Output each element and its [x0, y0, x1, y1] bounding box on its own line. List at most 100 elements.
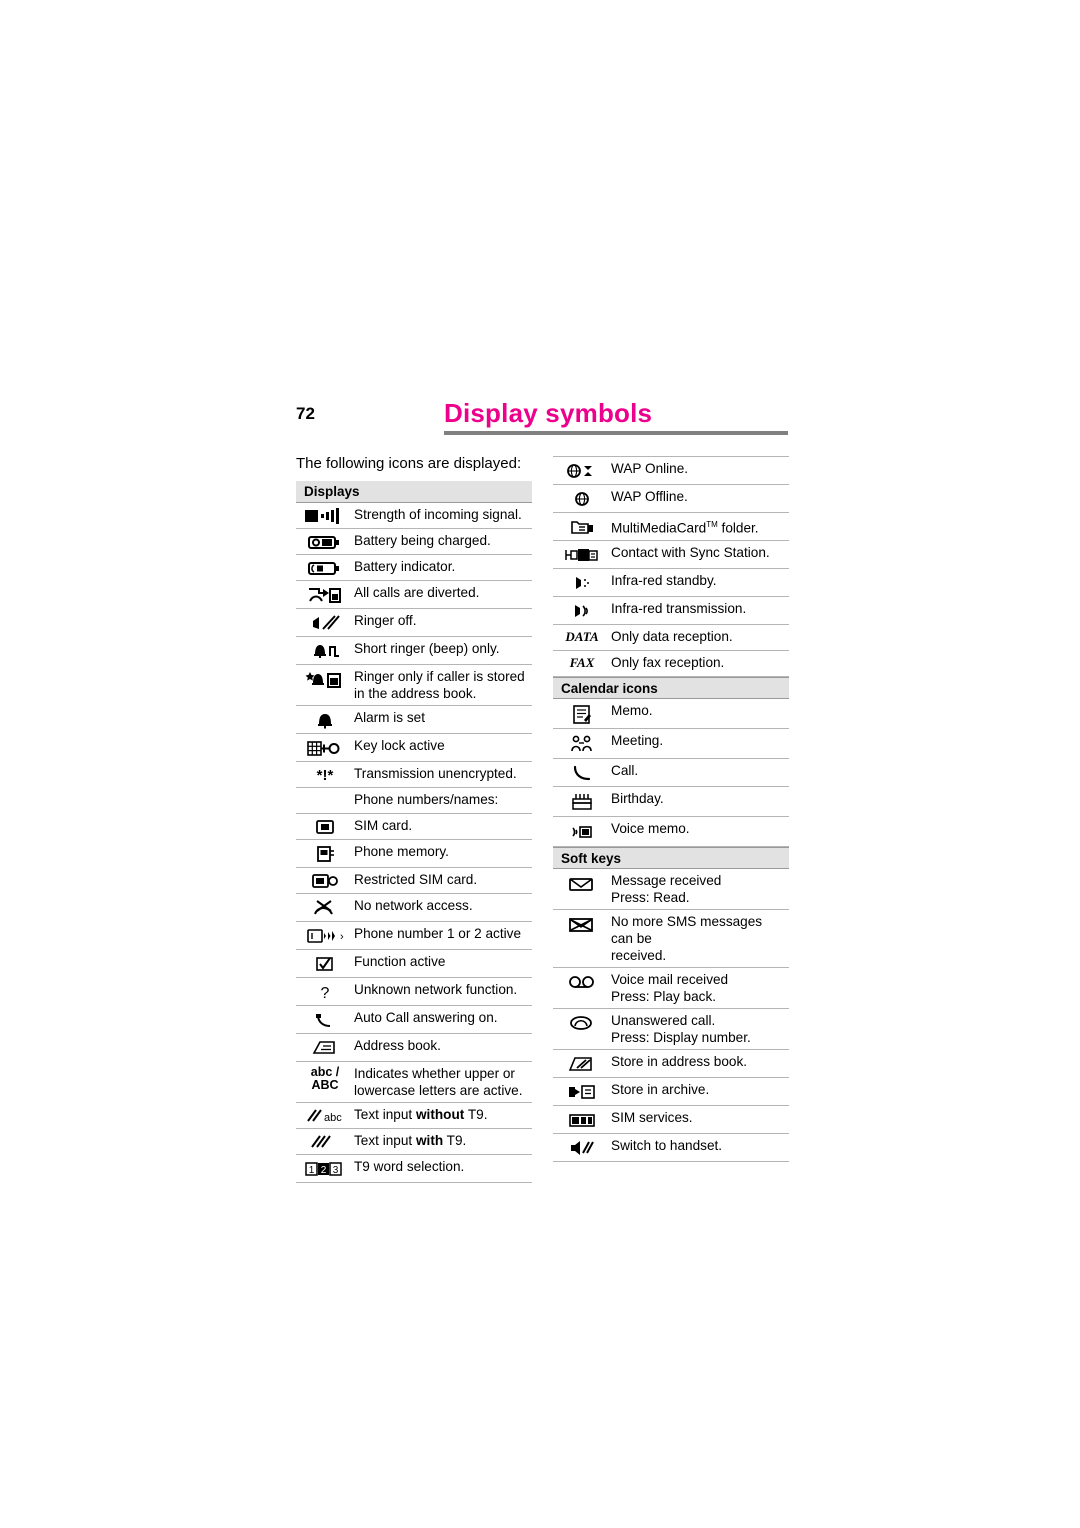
svg-text:?: ?: [321, 985, 330, 1002]
row-label: Contact with Sync Station.: [611, 545, 770, 560]
table-row: Store in archive.: [553, 1078, 789, 1106]
row-label: SIM card.: [354, 818, 413, 833]
table-row: Battery indicator.: [296, 555, 532, 581]
fax-text-icon-label: FAX: [569, 655, 595, 670]
ringer-known-caller-icon: [296, 668, 354, 691]
svg-text:3: 3: [333, 1165, 339, 1176]
svg-text:2: 2: [321, 1165, 327, 1176]
table-row: MultiMediaCardTM folder.: [553, 513, 789, 541]
row-label: WAP Offline.: [611, 489, 688, 504]
table-row: › Phone number 1 or 2 active: [296, 922, 532, 950]
page-header: 72 Display symbols: [296, 398, 788, 442]
table-row: ? Unknown network function.: [296, 978, 532, 1006]
table-row: SIM card.: [296, 814, 532, 840]
table-row: Battery being charged.: [296, 529, 532, 555]
alarm-bell-icon: [296, 709, 354, 730]
table-row: Infra-red transmission.: [553, 597, 789, 625]
sms-full-icon: [553, 913, 611, 936]
row-label-line1: Message received: [611, 873, 722, 888]
battery-level-icon: [296, 558, 354, 577]
data-text-icon: DATA: [553, 628, 611, 645]
table-row: Memo.: [553, 699, 789, 729]
row-label: Voice memo.: [611, 821, 690, 836]
right-column: WAP Online. WAP Offline. MultiMediaCardT…: [553, 456, 789, 1162]
table-row: Ringer off.: [296, 609, 532, 637]
row-label: Phone number 1 or 2 active: [354, 926, 522, 941]
row-label: Call.: [611, 763, 639, 778]
row-label: Unknown network function.: [354, 982, 518, 997]
row-label: Text input without T9.: [354, 1107, 488, 1122]
envelope-icon: [553, 872, 611, 895]
header-rule: [444, 431, 788, 435]
abc-case-icon: abc / ABC: [296, 1065, 354, 1092]
table-row: 1 2 3 T9 word selection.: [296, 1155, 532, 1183]
function-active-icon: [296, 953, 354, 974]
switch-handset-icon: [553, 1137, 611, 1158]
table-row: Birthday.: [553, 787, 789, 817]
row-label: Restricted SIM card.: [354, 872, 478, 887]
table-row: WAP Online.: [553, 456, 789, 485]
table-row: Voice memo.: [553, 817, 789, 847]
row-label: Short ringer (beep) only.: [354, 641, 500, 656]
table-row: Auto Call answering on.: [296, 1006, 532, 1034]
address-book-icon: [296, 1037, 354, 1058]
row-label: Birthday.: [611, 791, 664, 806]
row-label-line2: Press: Read.: [611, 890, 690, 905]
abc-case-icon-text: abc / ABC: [310, 1065, 340, 1092]
row-label: Voice mail received Press: Play back.: [611, 971, 789, 1005]
table-row: Meeting.: [553, 729, 789, 759]
row-label: Only data reception.: [611, 629, 733, 644]
table-row: Phone numbers/names:: [296, 788, 532, 814]
missed-call-icon: [553, 1012, 611, 1033]
text-input-no-t9-icon: abc: [296, 1106, 354, 1125]
table-row: FAX Only fax reception.: [553, 651, 789, 677]
svg-text:›: ›: [340, 931, 344, 943]
row-label: Key lock active: [354, 738, 445, 753]
table-row: Alarm is set: [296, 706, 532, 734]
keylock-icon: [296, 737, 354, 758]
store-address-book-icon: [553, 1053, 611, 1074]
svg-text:*!*: *!*: [317, 767, 334, 784]
row-label: Transmission unencrypted.: [354, 766, 517, 781]
sim-services-icon: [553, 1109, 611, 1130]
table-row: Infra-red standby.: [553, 569, 789, 597]
row-label: Message received Press: Read.: [611, 872, 789, 906]
phone-memory-icon: [296, 843, 354, 864]
row-label: MultiMediaCardTM folder.: [611, 520, 759, 536]
section-heading-displays: Displays: [296, 481, 532, 503]
unencrypted-icon: *!*: [296, 765, 354, 784]
table-row: Call.: [553, 759, 789, 787]
store-archive-icon: [553, 1081, 611, 1102]
row-label-line2: Press: Play back.: [611, 989, 717, 1004]
table-row: DATA Only data reception.: [553, 625, 789, 651]
table-row: Contact with Sync Station.: [553, 541, 789, 569]
table-row: Address book.: [296, 1034, 532, 1062]
table-row: Ringer only if caller is stored in the a…: [296, 665, 532, 706]
empty-icon-cell: [296, 791, 354, 792]
row-label: No network access.: [354, 898, 473, 913]
table-row: Strength of incoming signal.: [296, 503, 532, 529]
intro-text: The following icons are displayed:: [296, 455, 522, 472]
table-row: No more SMS messages can be received.: [553, 910, 789, 968]
question-mark-icon: ?: [296, 981, 354, 1002]
table-row: WAP Offline.: [553, 485, 789, 513]
table-row: Switch to handset.: [553, 1134, 789, 1162]
row-label-line1: No more SMS messages can be: [611, 914, 763, 946]
sim-card-icon: [296, 817, 354, 836]
table-row: Phone memory.: [296, 840, 532, 868]
table-row: Key lock active: [296, 734, 532, 762]
restricted-sim-icon: [296, 871, 354, 890]
table-row: Message received Press: Read.: [553, 869, 789, 910]
row-label: Indicates whether upper or lowercase let…: [354, 1066, 523, 1098]
data-text-icon-label: DATA: [565, 629, 599, 644]
row-label: Text input with T9.: [354, 1133, 467, 1148]
ringer-off-icon: [296, 612, 354, 633]
table-row: Function active: [296, 950, 532, 978]
table-row: No network access.: [296, 894, 532, 922]
row-label-line2: Press: Display number.: [611, 1030, 751, 1045]
row-label: Infra-red transmission.: [611, 601, 747, 616]
phone-line-icon: ›: [296, 925, 354, 946]
left-column: Displays Strength of incoming signal. Ba…: [296, 481, 532, 1183]
infrared-standby-icon: [553, 572, 611, 593]
document-page: 72 Display symbols The following icons a…: [0, 0, 1080, 1528]
